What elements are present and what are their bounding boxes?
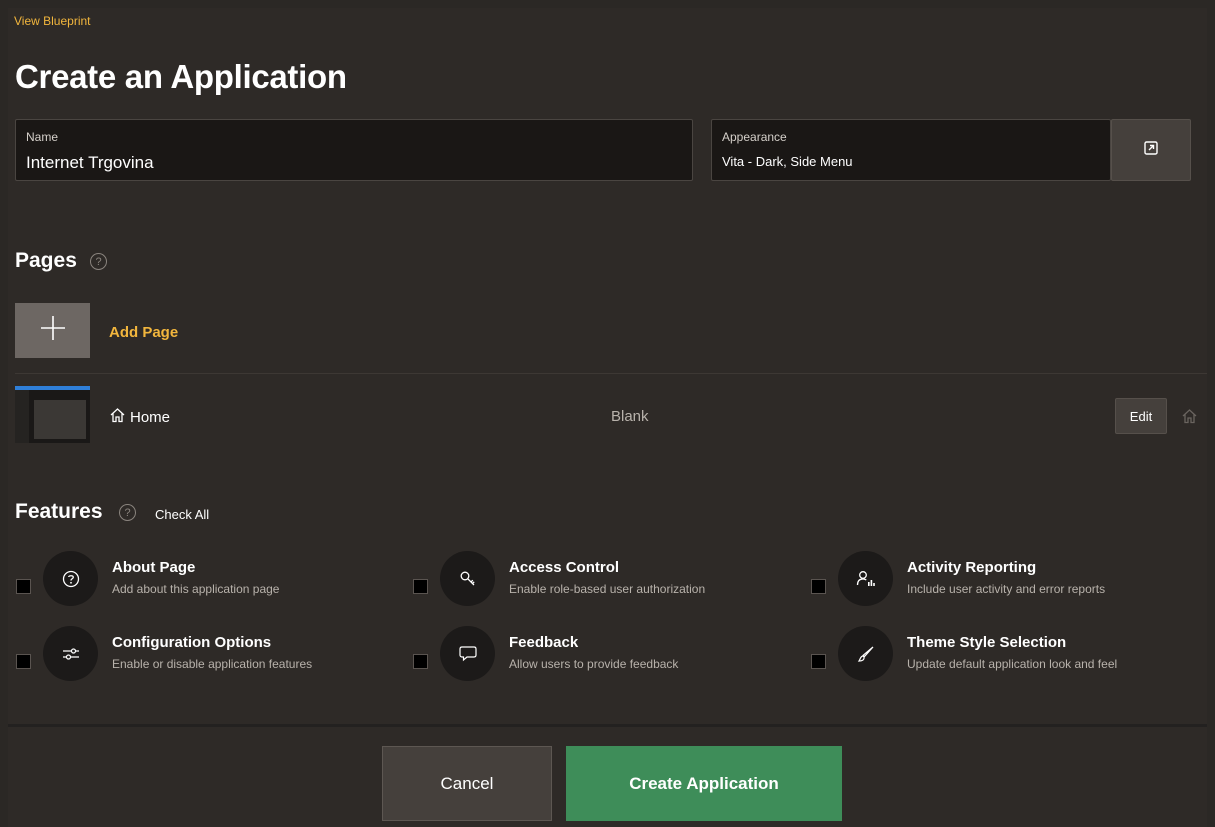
feature-desc: Update default application look and feel bbox=[907, 657, 1118, 671]
features-help-icon[interactable]: ? bbox=[119, 504, 136, 521]
page-title: Create an Application bbox=[15, 58, 347, 95]
view-blueprint-link[interactable]: View Blueprint bbox=[14, 14, 91, 28]
pages-section-title: Pages bbox=[15, 249, 77, 272]
feature-desc: Include user activity and error reports bbox=[907, 582, 1106, 596]
create-application-button[interactable]: Create Application bbox=[566, 746, 842, 821]
feedback-checkbox[interactable] bbox=[413, 654, 428, 669]
feature-desc: Allow users to provide feedback bbox=[509, 657, 679, 671]
footer-divider bbox=[8, 724, 1207, 727]
brush-icon bbox=[838, 626, 893, 681]
appearance-label: Appearance bbox=[722, 130, 787, 144]
feature-title: About Page bbox=[112, 559, 196, 576]
page-type-label: Blank bbox=[611, 408, 649, 425]
feature-title: Configuration Options bbox=[112, 634, 272, 651]
edit-page-button[interactable]: Edit bbox=[1115, 398, 1167, 434]
appearance-value: Vita - Dark, Side Menu bbox=[722, 154, 853, 169]
activity-reporting-checkbox[interactable] bbox=[811, 579, 826, 594]
features-section-title: Features bbox=[15, 500, 103, 523]
user-chart-icon bbox=[838, 551, 893, 606]
about-page-checkbox[interactable] bbox=[16, 579, 31, 594]
external-link-icon bbox=[1144, 140, 1158, 160]
name-field[interactable]: Name Internet Trgovina bbox=[15, 119, 693, 181]
check-all-link[interactable]: Check All bbox=[155, 507, 209, 522]
home-icon bbox=[109, 407, 126, 427]
set-home-icon[interactable] bbox=[1181, 408, 1198, 429]
feature-desc: Enable role-based user authorization bbox=[509, 582, 706, 596]
feature-desc: Add about this application page bbox=[112, 582, 280, 596]
comment-icon bbox=[440, 626, 495, 681]
pages-help-icon[interactable]: ? bbox=[90, 253, 107, 270]
page-name-label: Home bbox=[130, 408, 171, 426]
feature-title: Feedback bbox=[509, 634, 579, 651]
feature-title: Activity Reporting bbox=[907, 559, 1037, 576]
appearance-field: Appearance Vita - Dark, Side Menu bbox=[711, 119, 1111, 181]
question-circle-icon bbox=[43, 551, 98, 606]
plus-icon bbox=[39, 314, 67, 347]
page-thumbnail bbox=[15, 386, 90, 443]
change-appearance-button[interactable] bbox=[1111, 119, 1191, 181]
feature-title: Access Control bbox=[509, 559, 620, 576]
access-control-checkbox[interactable] bbox=[413, 579, 428, 594]
key-icon bbox=[440, 551, 495, 606]
configuration-options-checkbox[interactable] bbox=[16, 654, 31, 669]
feature-title: Theme Style Selection bbox=[907, 634, 1067, 651]
name-label: Name bbox=[26, 130, 59, 144]
pages-divider bbox=[15, 373, 1207, 374]
add-page-button[interactable] bbox=[15, 303, 90, 358]
sliders-icon bbox=[43, 626, 98, 681]
feature-desc: Enable or disable application features bbox=[112, 657, 313, 671]
cancel-button[interactable]: Cancel bbox=[382, 746, 552, 821]
theme-style-selection-checkbox[interactable] bbox=[811, 654, 826, 669]
name-value[interactable]: Internet Trgovina bbox=[26, 153, 154, 173]
add-page-link[interactable]: Add Page bbox=[109, 324, 178, 341]
page-item-home: Home bbox=[109, 407, 170, 427]
